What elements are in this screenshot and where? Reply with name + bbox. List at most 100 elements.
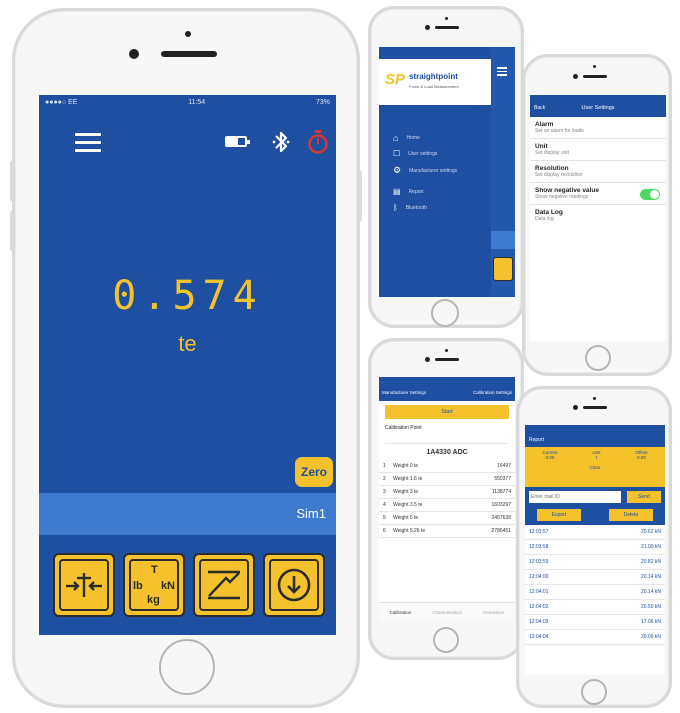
- setting-data-log[interactable]: Data Log Data log: [530, 205, 666, 226]
- setting-alarm[interactable]: Alarm Set an alarm for loads: [530, 117, 666, 139]
- unit-lb-label: lb: [133, 580, 143, 592]
- row-value: 2457638: [491, 515, 511, 521]
- zero-button[interactable]: Zero: [295, 457, 333, 487]
- main-screen-peek: [491, 47, 515, 297]
- peak-button[interactable]: [193, 553, 255, 617]
- section-title: Calibration Point: [385, 425, 422, 431]
- row-value: 21.00 kN: [640, 544, 661, 550]
- setting-negative-value: Show negative value Show negative readin…: [530, 183, 666, 205]
- summary-panel: Current 0.00 Unit t Offset 0.00 Clear: [525, 447, 665, 487]
- save-icon: [277, 568, 311, 602]
- row-value: 20.14 kN: [640, 589, 661, 595]
- nav-bar: Report: [525, 425, 665, 447]
- row-label: Weight 5.26 te: [393, 528, 426, 534]
- menu-item-report[interactable]: ▤ Report: [393, 187, 424, 196]
- row-index: 4: [383, 502, 386, 508]
- load-unit: te: [178, 331, 197, 356]
- user-settings-icon: ☐: [393, 149, 401, 158]
- tab-resolution[interactable]: Resolution: [483, 610, 504, 615]
- menu-item-manufacturer-settings[interactable]: ⚙ Manufacturer settings: [393, 165, 473, 176]
- row-time: 12:03:59: [529, 559, 549, 565]
- report-row: 12:03:57 20.62 kN: [525, 525, 665, 540]
- sensor: [593, 65, 596, 68]
- send-button[interactable]: Send: [627, 491, 661, 503]
- report-list: 12:03:57 20.62 kN 12:03:58 21.00 kN 12:03:59…: [525, 525, 665, 645]
- tab-calibration[interactable]: Calibration: [390, 610, 412, 615]
- home-button[interactable]: [581, 679, 607, 705]
- page-title: User Settings: [581, 105, 615, 111]
- setting-title: Resolution: [535, 165, 569, 172]
- setting-title: Data Log: [535, 209, 563, 216]
- email-field[interactable]: [529, 491, 621, 503]
- sensor: [445, 17, 448, 20]
- row-time: 12:03:58: [529, 544, 549, 550]
- menu-icon[interactable]: [497, 67, 507, 76]
- brand-tagline: Force & Load Measurement: [409, 84, 459, 89]
- setting-resolution[interactable]: Resolution Set display resolution: [530, 161, 666, 183]
- calibration-row: 3 Weight 3 te 1138774: [379, 486, 515, 499]
- gear-icon: ⚙: [393, 165, 402, 175]
- front-camera: [425, 25, 430, 30]
- report-row: 12:04:00 20.14 kN: [525, 570, 665, 585]
- back-button[interactable]: Manufacturer Settings: [382, 390, 426, 395]
- menu-icon[interactable]: [75, 133, 101, 153]
- menu-item-label: User settings: [408, 150, 438, 157]
- front-camera: [573, 405, 578, 410]
- row-value: 20.82 kN: [640, 559, 661, 565]
- summary-value: t: [595, 455, 598, 460]
- row-value: 2786451: [491, 528, 511, 534]
- calibration-row: 2 Weight 1.6 te 550377: [379, 473, 515, 486]
- negative-value-toggle[interactable]: [640, 189, 660, 200]
- export-button[interactable]: Export: [537, 509, 581, 521]
- tab-characteristics[interactable]: Characteristics: [432, 610, 462, 615]
- calibration-row: 4 Weight 3.5 te 1603297: [379, 499, 515, 512]
- load-reading: 0.574: [112, 273, 263, 319]
- bluetooth-icon[interactable]: [271, 129, 291, 155]
- brand-logo: SP: [385, 71, 406, 88]
- settings-screen: Back User Settings Alarm Set an alarm fo…: [530, 95, 666, 341]
- row-time: 12:04:04: [529, 634, 549, 640]
- zero-function-button[interactable]: [53, 553, 115, 617]
- calibration-screen: Manufacturer Settings Calibration Settin…: [379, 377, 515, 621]
- row-label: Weight 1.6 te: [393, 476, 423, 482]
- save-button[interactable]: [263, 553, 325, 617]
- menu-item-user-settings[interactable]: ☐ User settings: [393, 149, 437, 158]
- menu-item-label: Manufacturer settings: [409, 167, 458, 174]
- device-bar[interactable]: Sim1: [39, 493, 336, 535]
- clear-button[interactable]: Clear: [525, 465, 665, 470]
- row-value: 20.50 kN: [640, 604, 661, 610]
- report-screen: Report Current 0.00 Unit t Offset 0.00 Clea…: [525, 425, 665, 675]
- units-button[interactable]: T lb kN kg: [123, 553, 185, 617]
- home-button[interactable]: [585, 345, 611, 371]
- row-time: 12:04:01: [529, 589, 549, 595]
- row-time: 12:03:57: [529, 529, 549, 535]
- menu-drawer: SP straightpoint Force & Load Measuremen…: [379, 47, 491, 297]
- calibration-input[interactable]: [385, 433, 509, 444]
- report-row: 12:04:04 20.06 kN: [525, 630, 665, 645]
- battery-icon: [225, 136, 250, 147]
- start-button[interactable]: Start: [385, 405, 509, 419]
- front-camera: [129, 49, 139, 59]
- delete-button[interactable]: Delete: [609, 509, 653, 521]
- volume-button: [10, 211, 13, 251]
- tab-bar: Calibration Characteristics Resolution: [379, 602, 515, 621]
- home-button[interactable]: [431, 299, 459, 327]
- volume-button: [10, 161, 13, 201]
- row-index: 1: [383, 463, 386, 469]
- menu-item-bluetooth[interactable]: ᛒ Bluetooth: [393, 203, 427, 212]
- stopwatch-icon[interactable]: [307, 129, 329, 155]
- peak-icon: [208, 570, 240, 600]
- setting-unit[interactable]: Unit Set display unit: [530, 139, 666, 161]
- calibration-row: 6 Weight 5.26 te 2786451: [379, 525, 515, 538]
- calibration-row: 5 Weight 5 te 2457638: [379, 512, 515, 525]
- row-value: 1138774: [491, 489, 511, 495]
- home-button[interactable]: [159, 639, 215, 695]
- zero-function-button[interactable]: [493, 257, 513, 281]
- export-panel: Send Export Delete: [525, 487, 665, 525]
- menu-item-home[interactable]: ⌂ Home: [393, 133, 420, 143]
- setting-subtitle: Set display resolution: [535, 172, 583, 178]
- report-row: 12:03:58 21.00 kN: [525, 540, 665, 555]
- back-button[interactable]: Report: [529, 437, 544, 443]
- sensor: [185, 31, 191, 37]
- home-button[interactable]: [433, 627, 459, 653]
